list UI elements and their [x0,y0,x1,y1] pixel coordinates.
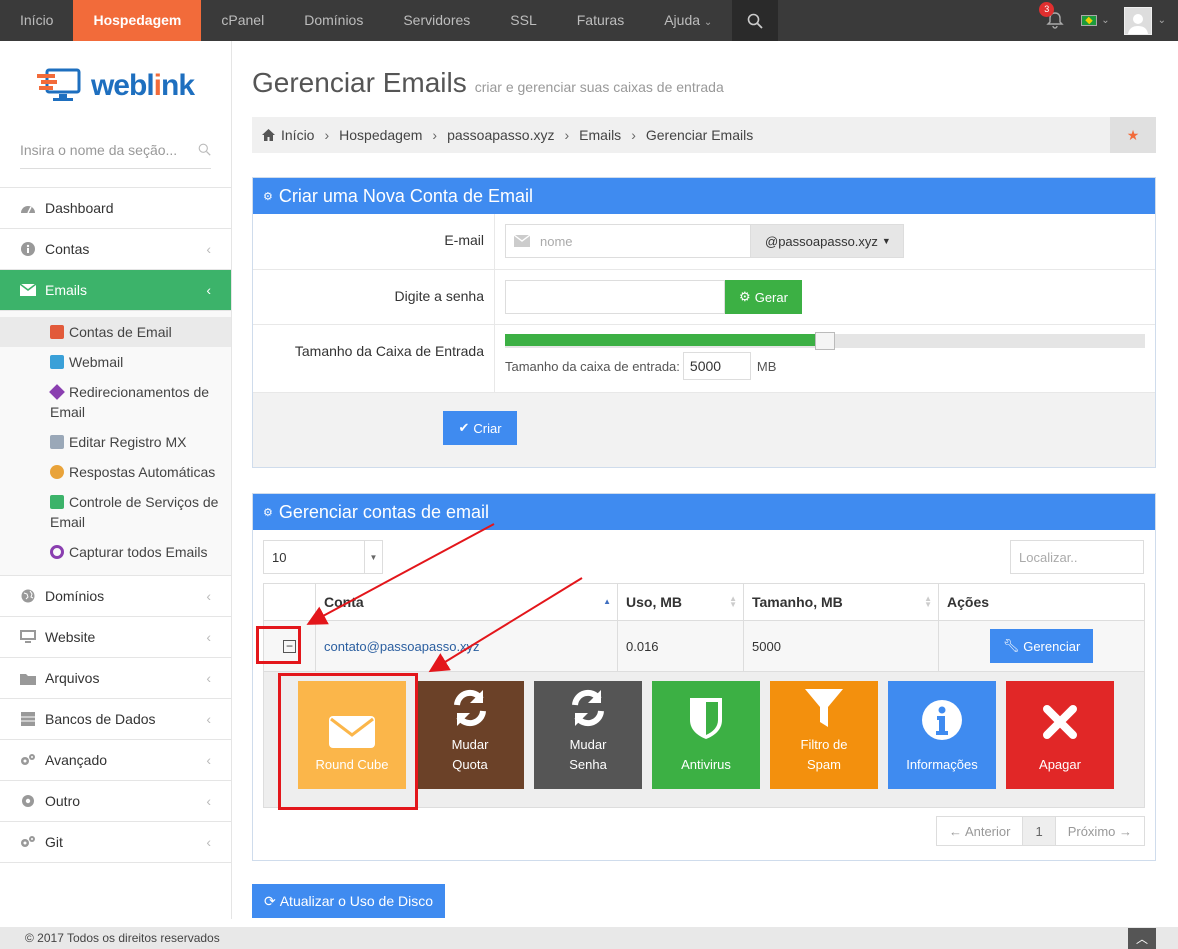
footer: © 2017 Todos os direitos reservados [0,927,1178,949]
annotation-arrows [306,523,583,673]
chevron-up-icon: ︿ [1135,932,1148,946]
scroll-to-top-button[interactable]: ︿ [1128,928,1156,949]
copyright-text: © 2017 Todos os direitos reservados [25,931,220,945]
